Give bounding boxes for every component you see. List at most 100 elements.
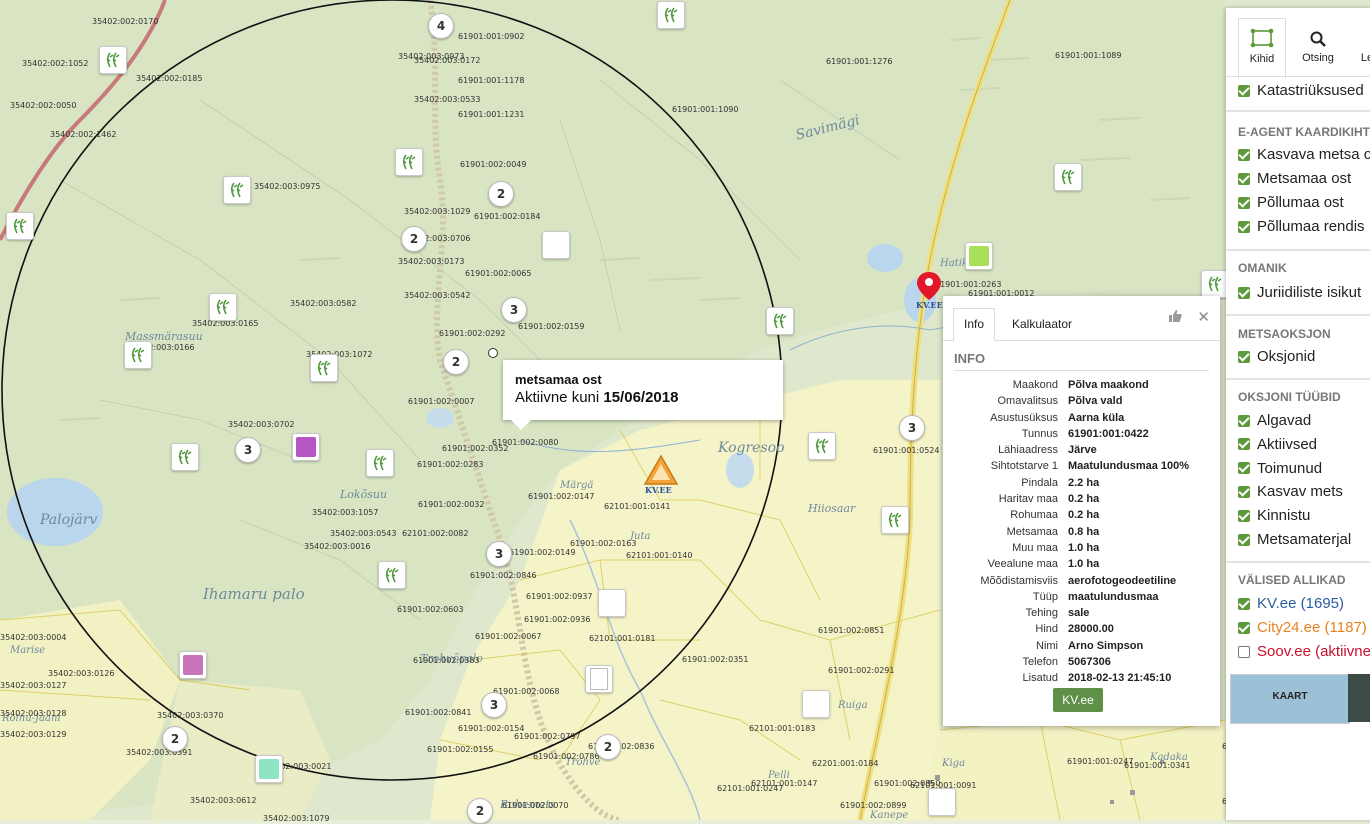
tab-layers[interactable]: Kihid: [1238, 18, 1286, 79]
layer-toggle[interactable]: Soov.ee (aktiivne: [1238, 643, 1370, 660]
layer-toggle[interactable]: Oksjonid: [1238, 348, 1315, 365]
checkbox[interactable]: [1238, 621, 1250, 634]
auction-marker-empty-5[interactable]: [928, 788, 956, 816]
info-key: Pindala: [1021, 476, 1058, 489]
auction-marker-purple[interactable]: [292, 433, 320, 461]
checkbox[interactable]: [1238, 645, 1250, 658]
auction-marker-empty-2[interactable]: [598, 589, 626, 617]
forest-marker[interactable]: [124, 341, 152, 369]
layer-toggle[interactable]: City24.ee (1187): [1238, 619, 1367, 636]
checkbox[interactable]: [1238, 597, 1250, 610]
selected-location-pin[interactable]: KV.EE: [913, 270, 945, 312]
checkbox[interactable]: [1238, 414, 1250, 427]
cluster-count-marker[interactable]: 3: [899, 415, 925, 441]
checkbox[interactable]: [1238, 286, 1250, 299]
forest-marker[interactable]: [1201, 270, 1229, 298]
listing-popup[interactable]: metsamaa ost Aktiivne kuni 15/06/2018: [503, 360, 783, 430]
cluster-count-marker[interactable]: 2: [443, 349, 469, 375]
layer-toggle[interactable]: KV.ee (1695): [1238, 595, 1344, 612]
basemap-thumbnail[interactable]: KAART: [1230, 674, 1350, 724]
forest-marker[interactable]: [395, 148, 423, 176]
layer-toggle[interactable]: Algavad: [1238, 412, 1311, 429]
checkbox[interactable]: [1238, 438, 1250, 451]
forest-marker[interactable]: [223, 176, 251, 204]
info-key: Metsamaa: [1006, 525, 1058, 538]
checkbox[interactable]: [1238, 220, 1250, 233]
layer-cadastre[interactable]: Katastriüksused: [1238, 82, 1364, 99]
cluster-count-marker[interactable]: 3: [481, 692, 507, 718]
cluster-count-marker[interactable]: 3: [235, 437, 261, 463]
forest-marker[interactable]: [171, 443, 199, 471]
checkbox[interactable]: [1238, 196, 1250, 209]
forest-marker[interactable]: [1054, 163, 1082, 191]
forest-marker[interactable]: [808, 432, 836, 460]
auction-marker-empty[interactable]: [542, 231, 570, 259]
thumbs-up-icon[interactable]: [1168, 309, 1182, 325]
forest-marker[interactable]: [881, 506, 909, 534]
kv-ee-button[interactable]: KV.ee: [1053, 688, 1103, 712]
checkbox[interactable]: [1238, 84, 1250, 97]
cluster-count-marker[interactable]: 2: [488, 181, 514, 207]
auction-marker-empty-3[interactable]: [585, 665, 613, 693]
basemap-thumbnail-satellite[interactable]: [1348, 674, 1370, 722]
cluster-count-marker[interactable]: 3: [486, 541, 512, 567]
divider: [1226, 314, 1370, 316]
auction-marker-lime[interactable]: [965, 242, 993, 270]
parcel-number: 35402:003:0582: [290, 299, 357, 308]
forest-marker[interactable]: [99, 46, 127, 74]
layer-toggle[interactable]: Kasvav mets: [1238, 483, 1343, 500]
checkbox[interactable]: [1238, 509, 1250, 522]
auction-marker-teal[interactable]: [255, 755, 283, 783]
forest-marker[interactable]: [657, 1, 685, 29]
info-row: Muu maa 1.0 ha: [943, 540, 1189, 556]
cluster-count-marker[interactable]: 2: [162, 726, 188, 752]
tree-icon: [385, 567, 399, 583]
info-key: Mõõdistamisviis: [980, 574, 1058, 587]
cluster-count-marker[interactable]: 2: [401, 226, 427, 252]
tab-search[interactable]: Otsing: [1290, 18, 1346, 76]
info-value: 0.8 ha: [1068, 525, 1100, 538]
checkbox[interactable]: [1238, 485, 1250, 498]
layer-toggle[interactable]: Juriidiliste isikut: [1238, 284, 1361, 301]
layer-toggle[interactable]: Metsamaa ost: [1238, 170, 1351, 187]
place-name: Lokõsuu: [340, 488, 388, 501]
tab-third[interactable]: Le: [1352, 18, 1370, 76]
forest-marker[interactable]: [310, 354, 338, 382]
layer-toggle[interactable]: Põllumaa ost: [1238, 194, 1344, 211]
cluster-count-marker[interactable]: 2: [595, 734, 621, 760]
layer-toggle[interactable]: Metsamaterjal: [1238, 531, 1351, 548]
parcel-number: 35402:003:0533: [414, 95, 481, 104]
checkbox[interactable]: [1238, 350, 1250, 363]
layer-toggle[interactable]: Kasvava metsa o: [1238, 146, 1370, 163]
kv-listing-marker[interactable]: KV.EE: [643, 454, 679, 495]
layer-toggle[interactable]: Kinnistu: [1238, 507, 1310, 524]
forest-marker[interactable]: [366, 449, 394, 477]
info-value: 2018-02-13 21:45:10: [1068, 672, 1172, 685]
forest-marker[interactable]: [209, 293, 237, 321]
layer-toggle[interactable]: Põllumaa rendis: [1238, 218, 1365, 235]
checkbox[interactable]: [1238, 533, 1250, 546]
forest-marker[interactable]: [766, 307, 794, 335]
checkbox[interactable]: [1238, 148, 1250, 161]
parcel-number: 61901:002:0155: [427, 745, 494, 754]
place-name: Ihamaru palo: [203, 585, 305, 603]
auction-marker-pink[interactable]: [179, 651, 207, 679]
cluster-count-marker[interactable]: 2: [467, 798, 493, 824]
tab-calculator[interactable]: Kalkulaator: [1001, 308, 1083, 341]
layer-label: Kinnistu: [1257, 507, 1311, 525]
layer-toggle[interactable]: Toimunud: [1238, 460, 1322, 477]
cluster-count-marker[interactable]: 3: [501, 297, 527, 323]
checkbox[interactable]: [1238, 462, 1250, 475]
forest-marker[interactable]: [6, 212, 34, 240]
close-icon[interactable]: ✕: [1197, 308, 1210, 326]
info-key: Sihtotstarve 1: [990, 460, 1058, 473]
layer-toggle[interactable]: Aktiivsed: [1238, 436, 1317, 453]
forest-marker[interactable]: [378, 561, 406, 589]
auction-marker-empty-4[interactable]: [802, 690, 830, 718]
checkbox[interactable]: [1238, 172, 1250, 185]
parcel-number: 35402:003:1029: [404, 207, 471, 216]
parcel-number: 61901:002:0147: [528, 492, 595, 501]
tree-icon: [1061, 169, 1075, 185]
cluster-count-marker[interactable]: 4: [428, 13, 454, 39]
tab-info[interactable]: Info: [953, 308, 996, 341]
